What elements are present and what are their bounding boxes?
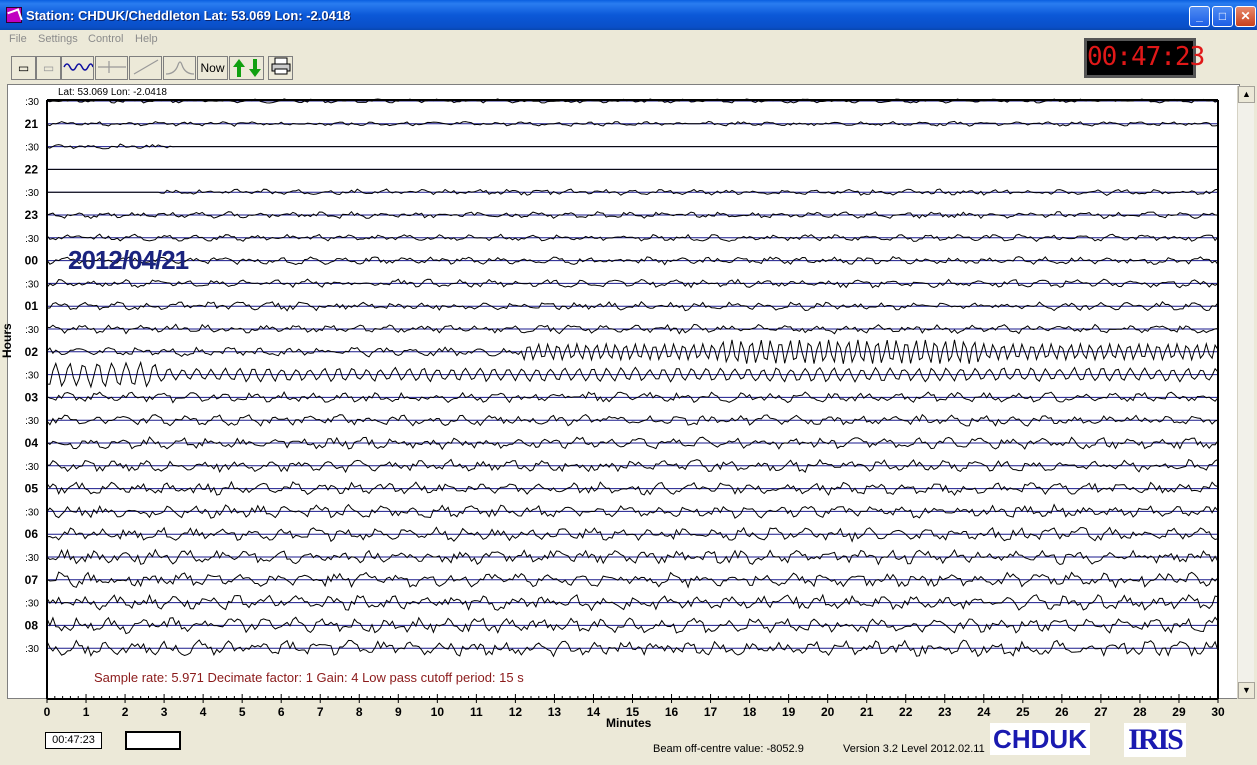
vertical-scrollbar[interactable]: ▲ ▼ [1237, 86, 1255, 699]
x-tick-label: 11 [470, 705, 483, 719]
x-tick-label: 30 [1211, 705, 1225, 719]
x-tick-label: 22 [899, 705, 913, 719]
hour-label: 08 [25, 618, 39, 632]
x-tick-label: 17 [704, 705, 718, 719]
x-tick-label: 26 [1055, 705, 1069, 719]
x-tick-label: 16 [665, 705, 679, 719]
hour-label: :30 [25, 97, 39, 108]
iris-logo: IRIS [1124, 723, 1186, 757]
hour-label: 00 [25, 254, 39, 268]
hour-label: 04 [25, 436, 39, 450]
hour-label: :30 [25, 279, 39, 290]
hour-label: 06 [25, 527, 39, 541]
hour-label: :30 [25, 553, 39, 564]
date-label: 2012/04/21 [68, 245, 189, 275]
hour-label: :30 [25, 143, 39, 154]
seismic-trace [46, 143, 1218, 150]
latlon-label: Lat: 53.069 Lon: -2.0418 [58, 87, 167, 98]
hour-label: :30 [25, 416, 39, 427]
x-tick-label: 4 [200, 705, 207, 719]
app-window: Station: CHDUK/Cheddleton Lat: 53.069 Lo… [0, 0, 1257, 765]
x-tick-label: 27 [1094, 705, 1108, 719]
x-tick-label: 3 [161, 705, 168, 719]
x-tick-label: 13 [548, 705, 562, 719]
x-tick-label: 10 [431, 705, 445, 719]
x-tick-label: 25 [1016, 705, 1030, 719]
hour-label: 07 [25, 573, 39, 587]
x-tick-label: 2 [122, 705, 129, 719]
x-tick-label: 8 [356, 705, 363, 719]
chduk-logo: CHDUK [990, 723, 1090, 755]
x-tick-label: 5 [239, 705, 246, 719]
x-tick-label: 28 [1133, 705, 1147, 719]
hour-label: :30 [25, 507, 39, 518]
seismic-trace [46, 233, 1219, 242]
hour-label: 03 [25, 390, 39, 404]
x-tick-label: 6 [278, 705, 285, 719]
y-axis-label: Hours [0, 323, 14, 358]
x-tick-label: 1 [83, 705, 90, 719]
scroll-down-icon[interactable]: ▼ [1238, 682, 1255, 699]
x-tick-label: 23 [938, 705, 952, 719]
x-tick-label: 19 [782, 705, 796, 719]
hour-label: 22 [25, 162, 39, 176]
hour-label: :30 [25, 325, 39, 336]
time-display: 00:47:23 [45, 732, 102, 749]
scroll-up-icon[interactable]: ▲ [1238, 86, 1255, 103]
x-tick-label: 24 [977, 705, 991, 719]
hour-label: 23 [25, 208, 39, 222]
x-tick-label: 7 [317, 705, 324, 719]
version-text: Version 3.2 Level 2012.02.11 [843, 743, 985, 755]
hour-label: 01 [25, 299, 39, 313]
hour-label: 05 [25, 482, 39, 496]
x-tick-label: 18 [743, 705, 757, 719]
hour-label: :30 [25, 599, 39, 610]
x-tick-label: 12 [509, 705, 523, 719]
hour-label: 21 [25, 117, 39, 131]
seismogram-plot: :3021:3022:3023:3000:3001:3002:3003:3004… [25, 97, 1225, 719]
x-tick-label: 9 [395, 705, 402, 719]
x-tick-label: 21 [860, 705, 874, 719]
hour-label: :30 [25, 644, 39, 655]
hour-label: :30 [25, 188, 39, 199]
hour-label: :30 [25, 234, 39, 245]
hour-label: 02 [25, 345, 39, 359]
acquisition-info: Sample rate: 5.971 Decimate factor: 1 Ga… [94, 670, 524, 685]
status-box[interactable] [125, 731, 181, 750]
beam-value: Beam off-centre value: -8052.9 [653, 743, 804, 755]
x-tick-label: 20 [821, 705, 835, 719]
hour-label: :30 [25, 371, 39, 382]
x-tick-label: 14 [587, 705, 601, 719]
hour-label: :30 [25, 462, 39, 473]
x-tick-label: 29 [1172, 705, 1186, 719]
x-axis-label: Minutes [606, 716, 652, 730]
x-tick-label: 0 [44, 705, 51, 719]
